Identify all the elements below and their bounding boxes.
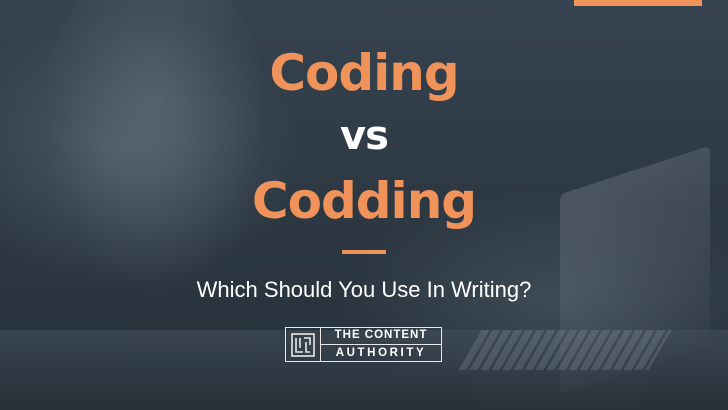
hero-banner: Coding vs Codding Which Should You Use I… (0, 0, 728, 410)
subtitle: Which Should You Use In Writing? (196, 277, 532, 302)
top-accent-tab (574, 0, 702, 6)
logo-line-1: THE CONTENT (321, 329, 441, 345)
background-keyboard (458, 330, 672, 370)
title-versus: vs (340, 113, 389, 159)
site-logo[interactable]: THE CONTENT AUTHORITY (285, 327, 442, 362)
title-word-2: Codding (251, 172, 477, 230)
logo-line-2: AUTHORITY (335, 346, 427, 359)
logo-wordmark: THE CONTENT AUTHORITY (321, 328, 441, 361)
title-word-1: Coding (269, 44, 459, 102)
maze-logo-icon (286, 328, 321, 361)
title-underline (342, 250, 386, 254)
